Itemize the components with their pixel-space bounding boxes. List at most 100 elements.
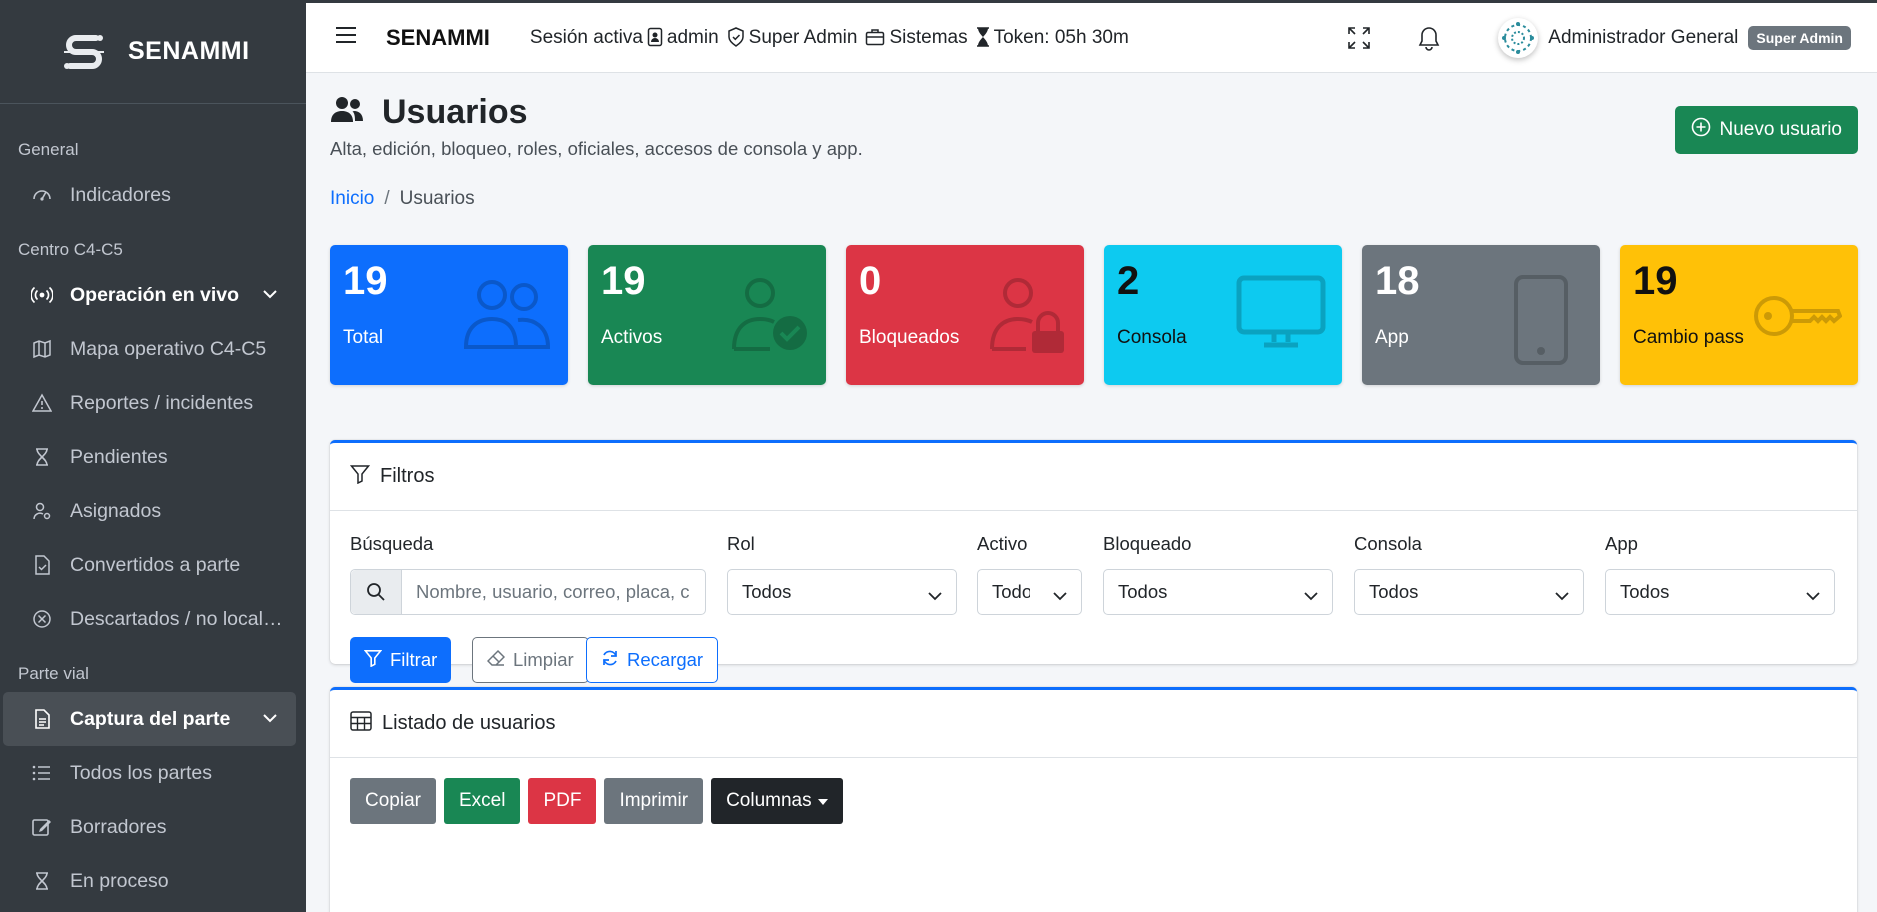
users-list-header: Listado de usuarios bbox=[330, 690, 1857, 758]
users-list-card: Listado de usuarios Copiar Excel PDF Imp… bbox=[330, 687, 1857, 912]
sidebar-item-operacion-en-vivo[interactable]: Operación en vivo bbox=[3, 268, 296, 322]
pencil-square-icon bbox=[31, 816, 53, 838]
caret-down-icon bbox=[817, 790, 828, 812]
excel-button[interactable]: Excel bbox=[443, 778, 521, 824]
nav-header-parte-vial: Parte vial bbox=[18, 664, 89, 683]
document-icon bbox=[31, 708, 53, 730]
bell-icon[interactable] bbox=[1416, 25, 1442, 51]
app-label: App bbox=[1605, 533, 1638, 554]
clear-button[interactable]: Limpiar bbox=[472, 637, 589, 683]
brand[interactable]: SENAMMI bbox=[0, 0, 306, 104]
file-check-icon bbox=[31, 554, 53, 576]
sidebar-item-asignados[interactable]: Asignados bbox=[3, 484, 296, 538]
refresh-icon bbox=[601, 649, 619, 672]
warning-icon bbox=[31, 392, 53, 414]
breadcrumb: Inicio / Usuarios bbox=[330, 188, 475, 210]
hourglass-icon bbox=[31, 870, 53, 892]
rol-select[interactable]: Todos bbox=[727, 569, 957, 615]
search-input[interactable]: Nombre, usuario, correo, placa, c bbox=[350, 569, 706, 615]
stat-total: 19 Total bbox=[330, 245, 568, 385]
activo-value: Todos bbox=[992, 581, 1030, 602]
table-icon bbox=[350, 710, 372, 737]
search-placeholder: Nombre, usuario, correo, placa, c bbox=[416, 581, 690, 602]
breadcrumb-current: Usuarios bbox=[399, 188, 475, 209]
consola-label: Consola bbox=[1354, 533, 1422, 554]
chevron-down-icon bbox=[1555, 586, 1569, 608]
hourglass-icon bbox=[31, 446, 53, 468]
sidebar-item-captura-del-parte[interactable]: Captura del parte bbox=[3, 692, 296, 746]
sidebar-item-label: Mapa operativo C4-C5 bbox=[70, 337, 267, 360]
nav-header-general: General bbox=[18, 140, 79, 159]
sidebar-item-label: Todos los partes bbox=[70, 761, 212, 784]
breadcrumb-home[interactable]: Inicio bbox=[330, 188, 374, 210]
stat-value: 19 bbox=[1633, 259, 1678, 303]
rol-label: Rol bbox=[727, 533, 755, 554]
person-gear-icon bbox=[31, 500, 53, 522]
filter-button-label: Filtrar bbox=[390, 649, 438, 670]
stat-value: 19 bbox=[343, 259, 388, 303]
sidebar-item-convertidos[interactable]: Convertidos a parte bbox=[3, 538, 296, 592]
session-role: Super Admin bbox=[748, 26, 858, 48]
sidebar-item-label: Reportes / incidentes bbox=[70, 391, 254, 414]
sidebar-item-indicadores[interactable]: Indicadores bbox=[3, 168, 296, 222]
sidebar-item-label: Descartados / no localizados bbox=[70, 607, 285, 630]
topbar: SENAMMI Sesión activa admin Super Admin … bbox=[306, 0, 1877, 73]
sidebar-item-en-proceso[interactable]: En proceso bbox=[3, 854, 296, 908]
stat-label: App bbox=[1375, 327, 1409, 348]
activo-select[interactable]: Todos bbox=[977, 569, 1082, 615]
breadcrumb-separator: / bbox=[384, 188, 390, 209]
search-label: Búsqueda bbox=[350, 533, 434, 554]
menu-toggle-icon[interactable] bbox=[334, 25, 358, 50]
reload-button[interactable]: Recargar bbox=[586, 637, 719, 683]
bloqueado-label: Bloqueado bbox=[1103, 533, 1192, 554]
sidebar-item-todos-los-partes[interactable]: Todos los partes bbox=[3, 746, 296, 800]
pdf-button[interactable]: PDF bbox=[528, 778, 597, 824]
page-header: Usuarios Alta, edición, bloqueo, roles, … bbox=[330, 93, 863, 160]
badge-person-icon bbox=[647, 27, 663, 49]
copy-button[interactable]: Copiar bbox=[350, 778, 436, 824]
session-info: Sesión activa admin Super Admin Sistemas… bbox=[530, 27, 1129, 49]
nav-header-centro: Centro C4-C5 bbox=[18, 240, 123, 259]
consola-select[interactable]: Todos bbox=[1354, 569, 1584, 615]
stat-label: Consola bbox=[1117, 327, 1187, 348]
stat-label: Cambio pass bbox=[1633, 327, 1744, 348]
chevron-down-icon bbox=[1806, 586, 1820, 608]
sidebar-item-borradores[interactable]: Borradores bbox=[3, 800, 296, 854]
avatar[interactable] bbox=[1498, 18, 1539, 58]
fullscreen-icon[interactable] bbox=[1346, 25, 1372, 51]
app-select[interactable]: Todos bbox=[1605, 569, 1835, 615]
sidebar-item-descartados[interactable]: Descartados / no localizados bbox=[3, 592, 296, 646]
people-icon bbox=[330, 96, 364, 129]
session-area: Sistemas bbox=[889, 26, 968, 48]
sidebar-item-mapa-operativo[interactable]: Mapa operativo C4-C5 bbox=[3, 322, 296, 376]
stat-value: 19 bbox=[601, 259, 646, 303]
search-icon bbox=[351, 570, 402, 614]
brand-logo-icon bbox=[58, 26, 110, 78]
filter-button[interactable]: Filtrar bbox=[350, 637, 452, 683]
chevron-down-icon bbox=[928, 586, 942, 608]
new-user-button[interactable]: Nuevo usuario bbox=[1675, 106, 1858, 154]
page-title: Usuarios bbox=[382, 93, 528, 131]
stat-value: 2 bbox=[1117, 259, 1140, 303]
sidebar-item-label: Asignados bbox=[70, 499, 162, 522]
user-name[interactable]: Administrador General bbox=[1548, 27, 1738, 49]
sidebar-item-label: Convertidos a parte bbox=[70, 553, 241, 576]
columns-button[interactable]: Columnas bbox=[711, 778, 843, 824]
print-button[interactable]: Imprimir bbox=[604, 778, 704, 824]
sidebar-item-label: Borradores bbox=[70, 815, 167, 838]
stat-value: 0 bbox=[859, 259, 882, 303]
session-token: Token: 05h 30m bbox=[993, 26, 1129, 48]
filters-header: Filtros bbox=[330, 443, 1857, 511]
main-content: Usuarios Alta, edición, bloqueo, roles, … bbox=[306, 73, 1877, 912]
stat-app: 18 App bbox=[1362, 245, 1600, 385]
role-badge: Super Admin bbox=[1748, 26, 1851, 50]
plus-circle-icon bbox=[1691, 117, 1711, 143]
stat-label: Bloqueados bbox=[859, 327, 960, 348]
funnel-icon bbox=[363, 649, 383, 672]
topbar-actions: Administrador General Super Admin bbox=[1346, 3, 1877, 73]
sidebar-item-label: Pendientes bbox=[70, 445, 168, 468]
sidebar-item-pendientes[interactable]: Pendientes bbox=[3, 430, 296, 484]
bloqueado-select[interactable]: Todos bbox=[1103, 569, 1333, 615]
sidebar-item-reportes[interactable]: Reportes / incidentes bbox=[3, 376, 296, 430]
page-subtitle: Alta, edición, bloqueo, roles, oficiales… bbox=[330, 138, 863, 159]
